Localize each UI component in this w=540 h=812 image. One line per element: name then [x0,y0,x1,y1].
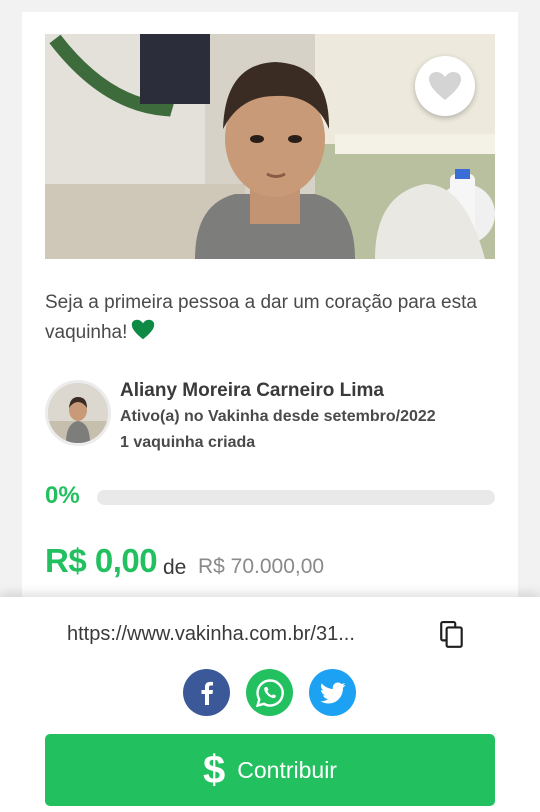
favorite-button[interactable] [415,56,475,116]
copy-link-button[interactable] [439,621,465,649]
contribute-label: Contribuir [237,756,337,783]
green-heart-icon [131,319,155,350]
goal-amount: R$ 70.000,00 [198,555,325,578]
progress-section: 0% [45,482,495,512]
creator-info: Aliany Moreira Carneiro Lima Ativo(a) no… [45,380,495,451]
share-facebook-button[interactable] [183,669,230,716]
campaign-card: Seja a primeira pessoa a dar um coração … [22,12,518,632]
creator-since: Ativo(a) no Vakinha desde setembro/2022 [120,408,436,425]
creator-avatar[interactable] [45,380,111,446]
first-heart-message: Seja a primeira pessoa a dar um coração … [45,288,495,350]
progress-bar [97,490,495,505]
share-link-row: https://www.vakinha.com.br/31... [67,621,467,651]
whatsapp-icon [255,678,284,707]
dollar-icon: $ [203,748,226,792]
share-buttons [183,669,363,717]
creator-name[interactable]: Aliany Moreira Carneiro Lima [120,380,384,402]
campaign-image [45,34,495,259]
raised-amount: R$ 0,00 [45,542,158,579]
first-heart-text: Seja a primeira pessoa a dar um coração … [45,292,477,343]
share-link[interactable]: https://www.vakinha.com.br/31... [67,623,422,646]
twitter-icon [319,682,346,704]
copy-icon [440,621,463,648]
progress-percent: 0% [45,482,80,509]
contribute-button[interactable]: $ Contribuir [45,734,495,806]
share-twitter-button[interactable] [309,669,356,716]
share-whatsapp-button[interactable] [246,669,293,716]
amounts-section: R$ 0,00 de R$ 70.000,00 [45,542,495,590]
amount-separator: de [163,556,187,579]
facebook-icon [201,681,213,705]
share-panel: https://www.vakinha.com.br/31... $ Contr… [0,597,540,812]
creator-campaign-count: 1 vaquinha criada [120,434,256,451]
heart-icon [429,72,461,100]
